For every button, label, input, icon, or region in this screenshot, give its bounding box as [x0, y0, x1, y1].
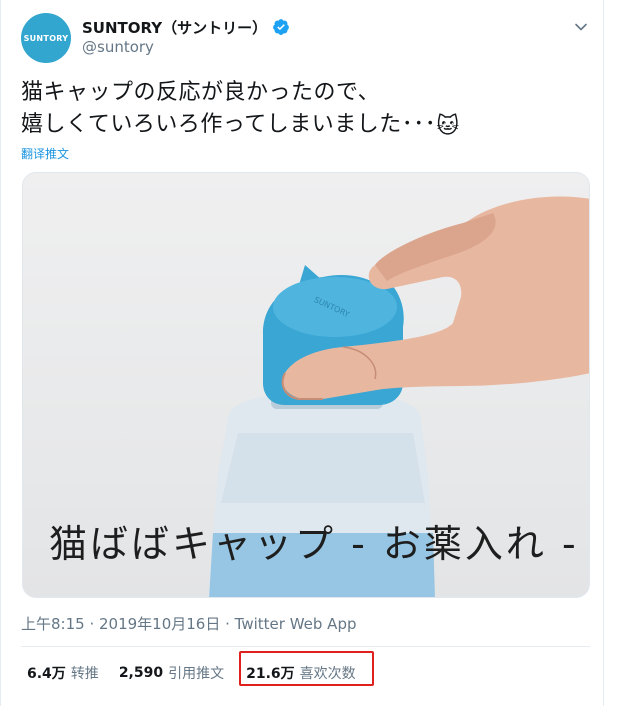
media-caption: 猫ばばキャップ - お薬入れ - — [49, 522, 579, 566]
meta-separator: · — [220, 615, 235, 633]
quotes-count: 2,590 — [118, 665, 164, 681]
translate-tweet-link[interactable]: 翻译推文 — [21, 145, 69, 162]
tweet-timestamp: 上午8:15 · 2019年10月16日 · Twitter Web App — [21, 613, 357, 634]
tweet-text: 猫キャップの反応が良かったので、 嬉しくていろいろ作ってしまいました･･･🐱 — [21, 77, 591, 143]
tweet-date[interactable]: 2019年10月16日 — [99, 615, 220, 633]
quotes-label: 引用推文 — [168, 666, 225, 682]
tweet-text-line2: 嬉しくていろいろ作ってしまいました･･･ — [21, 112, 437, 137]
verified-badge-icon — [272, 18, 290, 36]
quotes-stat[interactable]: 2,590 引用推文 — [119, 663, 224, 683]
chevron-down-icon[interactable] — [574, 19, 588, 33]
tweet-media-image[interactable]: SUNTORY 猫ばばキャップ - お薬入れ - — [22, 172, 590, 598]
retweets-stat[interactable]: 6.4万 转推 — [27, 663, 99, 683]
avatar-logo-text: SUNTORY — [23, 33, 69, 43]
tweet-time[interactable]: 上午8:15 — [21, 615, 85, 633]
tweet-card: SUNTORY SUNTORY（サントリー） @suntory 猫キャップの反応… — [0, 0, 604, 706]
author-display-name[interactable]: SUNTORY（サントリー） — [82, 17, 267, 38]
source-app-link[interactable]: Twitter Web App — [235, 615, 357, 633]
author-handle[interactable]: @suntory — [82, 38, 154, 56]
tweet-text-line1: 猫キャップの反応が良かったので、 — [21, 80, 381, 105]
cat-emoji-icon: 🐱 — [436, 114, 460, 139]
retweets-label: 转推 — [70, 666, 99, 682]
author-name-row[interactable]: SUNTORY（サントリー） — [82, 17, 290, 37]
meta-separator: · — [84, 615, 99, 633]
avatar[interactable]: SUNTORY — [21, 13, 71, 63]
divider — [21, 646, 590, 647]
likes-highlight-box — [239, 651, 374, 686]
retweets-count: 6.4万 — [27, 666, 66, 682]
